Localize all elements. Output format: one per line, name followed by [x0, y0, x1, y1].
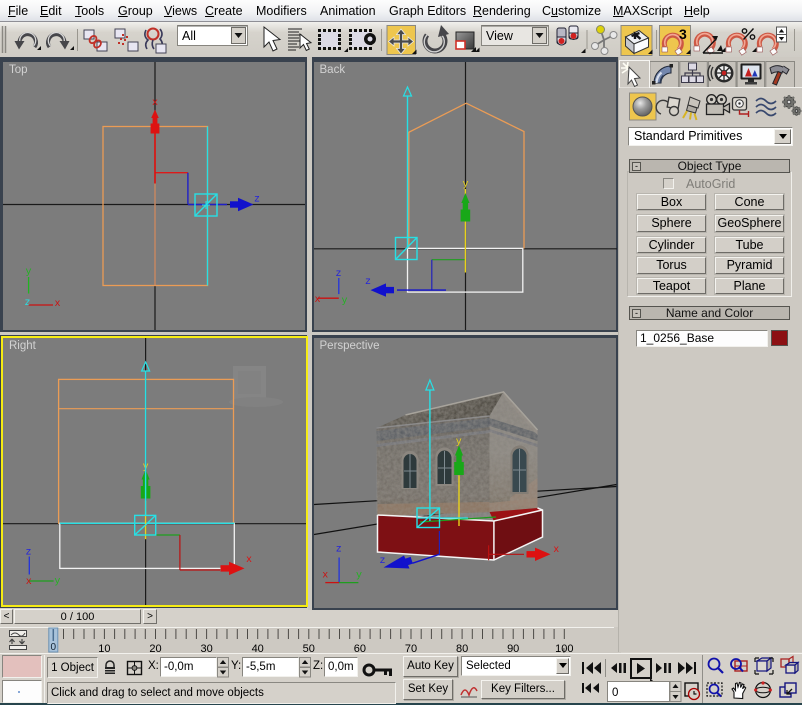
svg-text:30: 30: [200, 643, 212, 653]
svg-text:y: y: [462, 179, 468, 190]
svg-text:x: x: [26, 577, 32, 588]
svg-text:z: z: [335, 545, 341, 556]
svg-text:20: 20: [149, 643, 161, 653]
svg-text:z: z: [26, 548, 32, 559]
svg-text:0: 0: [51, 642, 57, 653]
svg-text:100: 100: [555, 643, 573, 653]
svg-text:View: View: [486, 29, 514, 43]
svg-text:80: 80: [456, 643, 468, 653]
svg-text:y: y: [341, 296, 347, 307]
svg-text:x: x: [553, 545, 559, 556]
svg-text:y: y: [26, 267, 32, 278]
svg-text:70: 70: [405, 643, 417, 653]
svg-text:x: x: [246, 555, 252, 566]
svg-text:90: 90: [507, 643, 519, 653]
svg-text:3: 3: [679, 26, 687, 42]
svg-text:z: z: [254, 194, 260, 205]
svg-text:10: 10: [98, 643, 110, 653]
svg-text:y: y: [455, 437, 461, 448]
svg-text:z: z: [365, 276, 371, 287]
svg-text:y: y: [54, 577, 60, 588]
svg-text:y: y: [356, 570, 362, 581]
svg-text:x: x: [152, 98, 158, 109]
svg-text:0: 0: [612, 687, 618, 699]
svg-text:60: 60: [354, 643, 366, 653]
svg-text:z: z: [25, 298, 31, 309]
svg-text:x: x: [314, 295, 320, 306]
svg-text:z: z: [379, 556, 385, 567]
svg-text:40: 40: [252, 643, 264, 653]
svg-text:50: 50: [303, 643, 315, 653]
svg-text:x: x: [55, 299, 61, 310]
svg-text:x: x: [322, 570, 328, 581]
svg-text:All: All: [182, 29, 196, 43]
